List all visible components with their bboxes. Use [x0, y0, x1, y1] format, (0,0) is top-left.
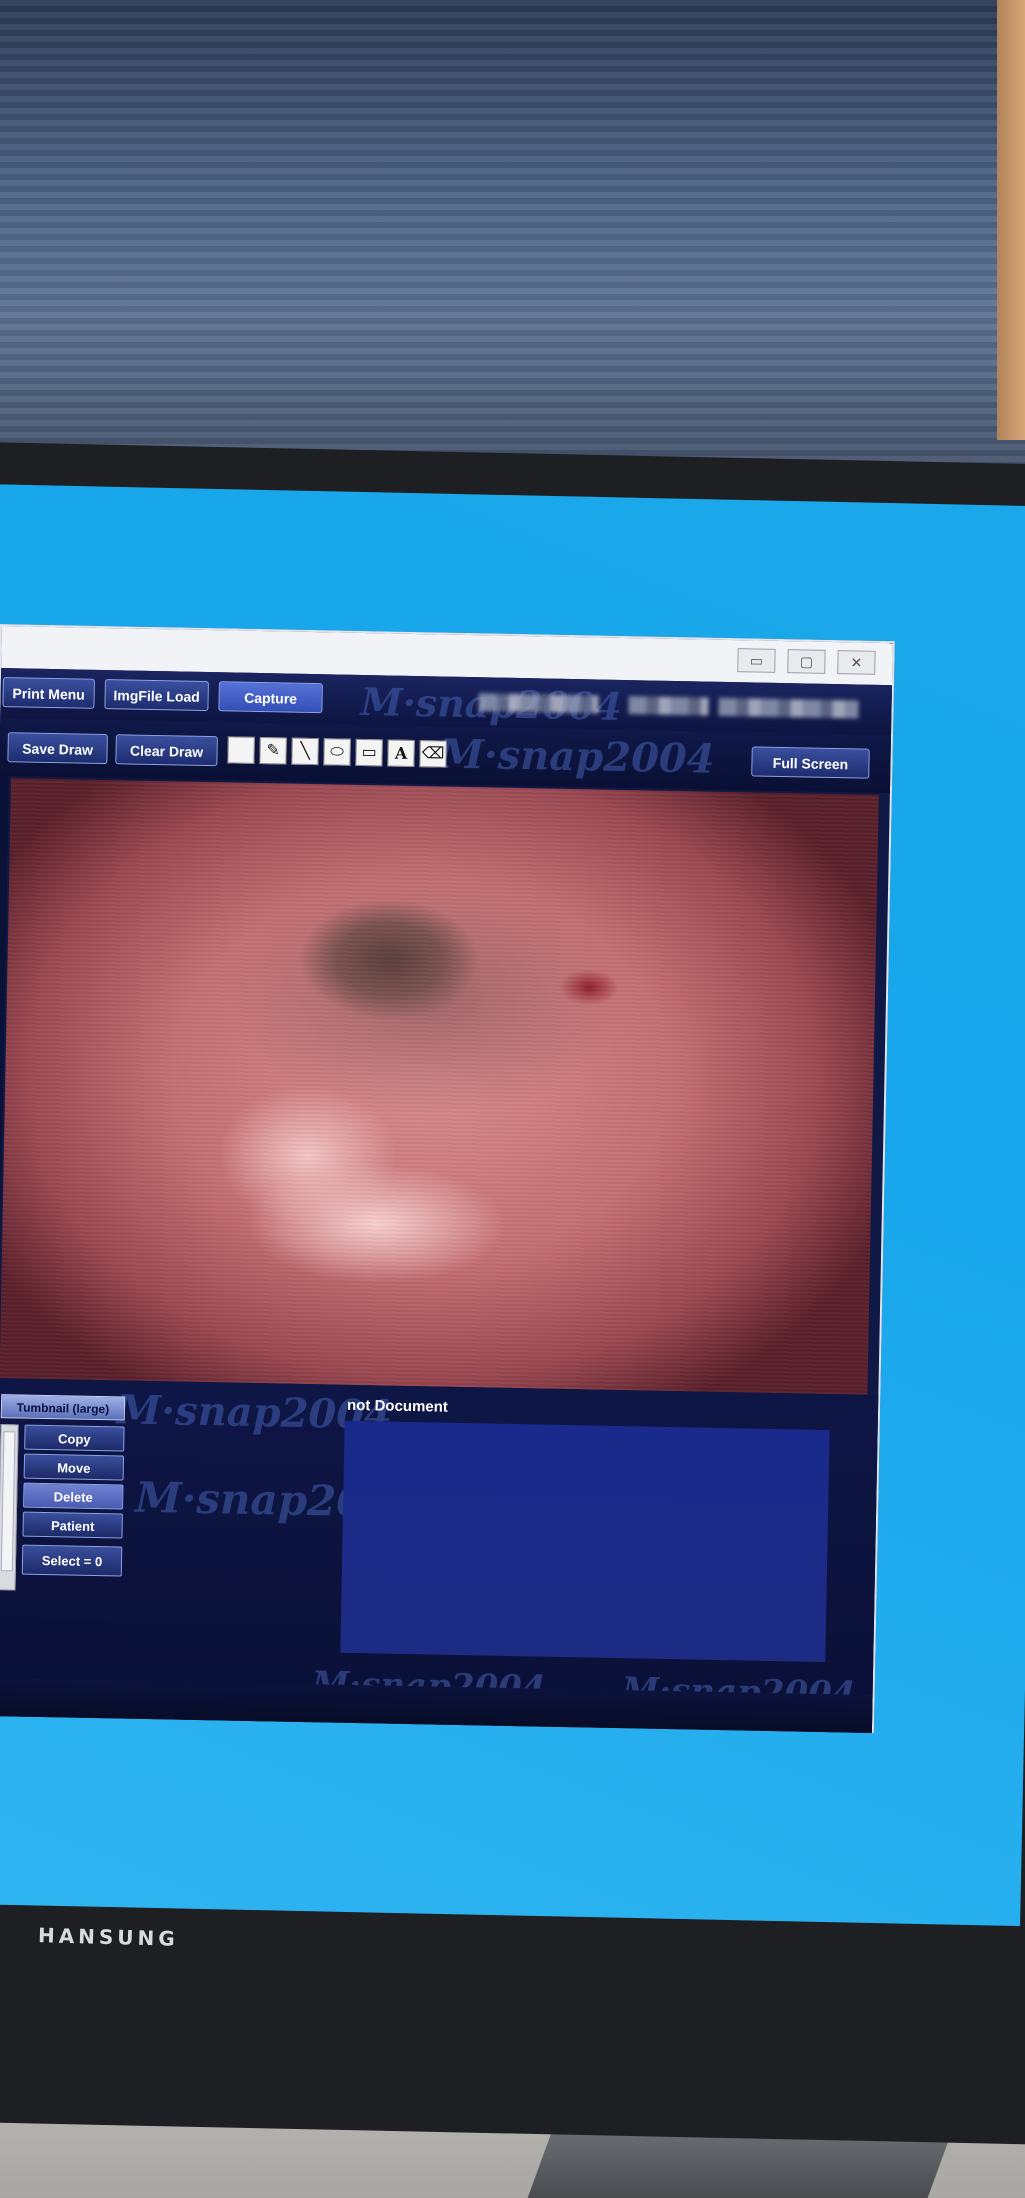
delete-button[interactable]: Delete — [23, 1482, 124, 1510]
move-button[interactable]: Move — [23, 1453, 125, 1481]
color-swatch-icon[interactable] — [227, 736, 255, 764]
window-frame — [997, 0, 1025, 440]
minimize-icon[interactable]: ▭ — [737, 648, 776, 673]
clear-draw-button[interactable]: Clear Draw — [115, 734, 218, 767]
document-status-label: not Document — [346, 1396, 449, 1416]
pencil-icon[interactable]: ✎ — [259, 737, 287, 765]
thumbnail-size-select[interactable]: Tumbnail (large) — [0, 1394, 126, 1421]
watermark-logo: M·snap2004 — [439, 730, 716, 783]
thumbnail-panel: Tumbnail (large) Copy Move Delete Patien… — [0, 1394, 127, 1596]
redacted-patient-info — [718, 697, 859, 719]
copy-button[interactable]: Copy — [24, 1424, 125, 1452]
save-draw-button[interactable]: Save Draw — [7, 732, 108, 765]
redacted-patient-info — [628, 696, 709, 716]
ellipse-icon[interactable]: ⬭ — [323, 738, 351, 766]
select-count-button[interactable]: Select = 0 — [21, 1544, 123, 1577]
endoscopy-video-view[interactable] — [0, 778, 879, 1395]
close-icon[interactable]: ✕ — [837, 650, 876, 675]
thumbnail-scrollbar[interactable] — [0, 1424, 19, 1591]
rectangle-icon[interactable]: ▭ — [355, 738, 383, 767]
line-icon[interactable]: ╲ — [291, 737, 319, 766]
document-panel[interactable] — [340, 1420, 830, 1663]
monitor-brand-logo: HANSUNG — [37, 1923, 180, 1951]
msnap-app-window: ▭ ▢ ✕ M·snap2004 Print Menu ImgFile Load… — [0, 624, 895, 1733]
eraser-icon[interactable]: ⌫ — [419, 740, 447, 768]
text-icon[interactable]: A — [387, 739, 415, 767]
bottom-panel: M·snap2004 M·snap2004 M·snap2004 M·snap2… — [0, 1377, 879, 1733]
redacted-patient-info — [478, 693, 599, 714]
scrollbar-thumb[interactable] — [0, 1431, 16, 1572]
print-menu-button[interactable]: Print Menu — [2, 677, 95, 709]
imgfile-load-button[interactable]: ImgFile Load — [104, 679, 209, 712]
patient-button[interactable]: Patient — [22, 1511, 123, 1539]
maximize-icon[interactable]: ▢ — [787, 649, 826, 674]
capture-button[interactable]: Capture — [218, 681, 323, 714]
background-wall — [0, 0, 1025, 520]
full-screen-button[interactable]: Full Screen — [751, 746, 870, 779]
